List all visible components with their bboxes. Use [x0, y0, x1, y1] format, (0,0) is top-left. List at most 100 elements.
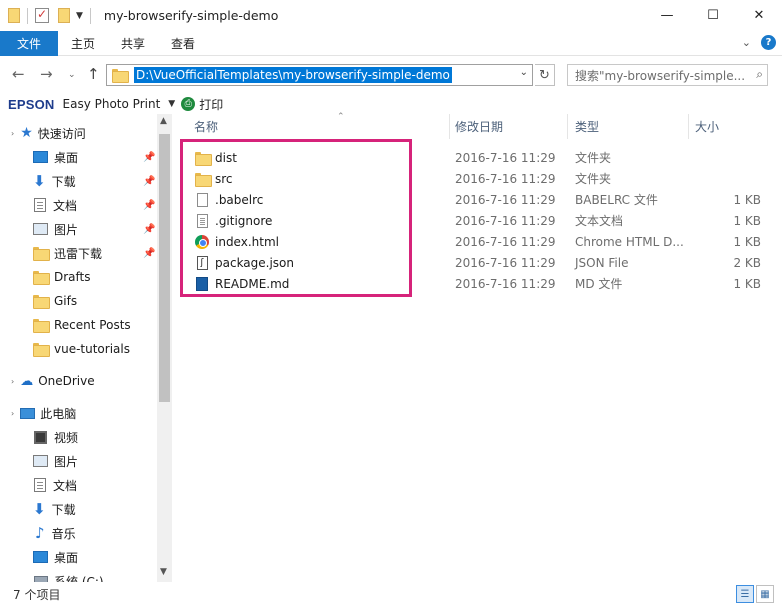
column-header-type[interactable]: 类型: [575, 114, 685, 139]
properties-icon[interactable]: [35, 7, 49, 23]
recent-locations-icon[interactable]: ⌄: [68, 70, 76, 80]
document-icon: [34, 478, 46, 492]
tab-view[interactable]: 查看: [158, 31, 208, 56]
window-title: my-browserify-simple-demo: [103, 8, 279, 23]
folder-icon: [33, 319, 50, 333]
table-row[interactable]: index.html 2016-7-16 11:29 Chrome HTML D…: [172, 231, 782, 252]
folder-icon: [33, 271, 50, 285]
navigation-bar: ← → ⌄ ↑ D:\VueOfficialTemplates\my-brows…: [0, 56, 782, 94]
ribbon-tabs: 文件 主页 共享 查看 ⌄ ?: [0, 30, 782, 56]
desktop-icon: [33, 151, 48, 163]
file-list: 名称 ⌃ 修改日期 类型 大小 dist 2016-7-16 11:29 文件夹…: [172, 112, 782, 582]
tab-share[interactable]: 共享: [108, 31, 158, 56]
close-button[interactable]: ✕: [736, 0, 782, 30]
table-row[interactable]: README.md 2016-7-16 11:29 MD 文件 1 KB: [172, 273, 782, 294]
sidebar-item-drafts[interactable]: Drafts: [33, 266, 91, 288]
folder-icon: [194, 172, 212, 187]
title-bar: ▼ my-browserify-simple-demo — ☐ ✕: [0, 0, 782, 31]
json-file-icon: ʃ: [196, 255, 208, 270]
star-icon: ★: [20, 125, 33, 141]
document-icon: [34, 198, 46, 212]
up-arrow-icon[interactable]: ↑: [87, 65, 100, 83]
nav-this-pc[interactable]: › 此电脑: [11, 402, 76, 424]
chevron-right-icon[interactable]: ›: [11, 377, 14, 386]
pin-icon[interactable]: 📌: [143, 200, 155, 211]
folder-icon: [33, 295, 50, 309]
maximize-button[interactable]: ☐: [690, 0, 736, 30]
scrollbar-thumb[interactable]: [159, 134, 170, 402]
table-row[interactable]: .babelrc 2016-7-16 11:29 BABELRC 文件 1 KB: [172, 189, 782, 210]
sidebar-item-desktop[interactable]: 桌面: [33, 146, 78, 168]
details-view-icon[interactable]: ☰: [736, 585, 754, 603]
sidebar-item-gifs[interactable]: Gifs: [33, 290, 77, 312]
address-bar[interactable]: D:\VueOfficialTemplates\my-browserify-si…: [106, 64, 533, 86]
sidebar-item-music[interactable]: ♪ 音乐: [35, 522, 76, 544]
epson-toolbar: EPSON Easy Photo Print ▼ ⎙ 打印: [0, 94, 782, 114]
minimize-button[interactable]: —: [644, 0, 690, 30]
item-count: 7 个项目: [13, 587, 61, 602]
download-icon: ⬇: [33, 500, 46, 518]
sidebar-item-xunlei[interactable]: 迅雷下载: [33, 242, 102, 264]
search-icon[interactable]: ⌕: [756, 67, 763, 82]
desktop-icon: [33, 551, 48, 563]
column-header-size[interactable]: 大小: [695, 114, 775, 139]
print-icon[interactable]: ⎙: [181, 97, 196, 111]
scroll-up-icon[interactable]: ▲: [160, 116, 167, 126]
tab-file[interactable]: 文件: [0, 30, 58, 56]
back-arrow-icon[interactable]: ←: [12, 65, 25, 83]
tab-home[interactable]: 主页: [58, 31, 108, 56]
customize-qat-icon[interactable]: ▼: [76, 11, 83, 21]
sidebar-item-vue-tutorials[interactable]: vue-tutorials: [33, 338, 130, 360]
folder-icon: [112, 69, 129, 83]
epson-logo: EPSON: [8, 96, 55, 112]
nav-onedrive[interactable]: › ☁ OneDrive: [11, 370, 95, 392]
pin-icon[interactable]: 📌: [143, 176, 155, 187]
quick-access-toolbar: ▼: [0, 0, 98, 31]
download-icon: ⬇: [33, 172, 46, 190]
chevron-right-icon[interactable]: ›: [11, 129, 14, 138]
computer-icon: [20, 407, 36, 419]
sidebar-item-drive-c[interactable]: 系统 (C:): [34, 570, 104, 582]
folder-icon: [194, 151, 212, 166]
address-dropdown-icon[interactable]: ⌄: [520, 67, 528, 78]
forward-arrow-icon[interactable]: →: [40, 65, 53, 83]
pin-icon[interactable]: 📌: [143, 224, 155, 235]
status-bar: 7 个项目 ☰ ▦: [0, 582, 782, 606]
file-icon: [196, 192, 208, 207]
sidebar-item-videos[interactable]: 视频: [34, 426, 78, 448]
folder-icon: [33, 247, 50, 261]
text-file-icon: [196, 213, 208, 228]
table-row[interactable]: dist 2016-7-16 11:29 文件夹: [172, 147, 782, 168]
table-row[interactable]: .gitignore 2016-7-16 11:29 文本文档 1 KB: [172, 210, 782, 231]
table-row[interactable]: src 2016-7-16 11:29 文件夹: [172, 168, 782, 189]
column-header-date[interactable]: 修改日期: [455, 114, 565, 139]
sidebar-item-downloads[interactable]: ⬇ 下载: [33, 170, 76, 192]
sidebar-item-pc-downloads[interactable]: ⬇ 下载: [33, 498, 76, 520]
nav-scrollbar[interactable]: ▲ ▼: [157, 114, 172, 582]
sidebar-item-pc-documents[interactable]: 文档: [34, 474, 77, 496]
new-folder-icon[interactable]: [58, 8, 70, 23]
address-path[interactable]: D:\VueOfficialTemplates\my-browserify-si…: [134, 67, 452, 83]
chevron-right-icon[interactable]: ›: [11, 409, 14, 418]
search-input[interactable]: 搜索"my-browserify-simple... ⌕: [567, 64, 768, 86]
pin-icon[interactable]: 📌: [143, 152, 155, 163]
sidebar-item-documents[interactable]: 文档: [34, 194, 77, 216]
nav-quick-access[interactable]: › ★ 快速访问: [11, 122, 86, 144]
column-header-name[interactable]: 名称 ⌃: [194, 112, 449, 139]
scroll-down-icon[interactable]: ▼: [160, 567, 167, 577]
sidebar-item-pictures[interactable]: 图片: [33, 218, 78, 240]
music-icon: ♪: [35, 524, 45, 542]
sort-ascending-icon: ⌃: [337, 112, 345, 122]
table-row[interactable]: ʃ package.json 2016-7-16 11:29 JSON File …: [172, 252, 782, 273]
pin-icon[interactable]: 📌: [143, 248, 155, 259]
print-button[interactable]: 打印: [199, 96, 223, 113]
refresh-icon[interactable]: ↻: [535, 64, 555, 86]
sidebar-item-pc-pictures[interactable]: 图片: [33, 450, 78, 472]
easy-photo-print-button[interactable]: Easy Photo Print: [63, 97, 161, 111]
chevron-down-icon[interactable]: ▼: [168, 99, 175, 109]
help-icon[interactable]: ?: [761, 35, 776, 50]
expand-ribbon-icon[interactable]: ⌄: [742, 36, 751, 49]
sidebar-item-pc-desktop[interactable]: 桌面: [33, 546, 78, 568]
large-icons-view-icon[interactable]: ▦: [756, 585, 774, 603]
sidebar-item-recent-posts[interactable]: Recent Posts: [33, 314, 131, 336]
